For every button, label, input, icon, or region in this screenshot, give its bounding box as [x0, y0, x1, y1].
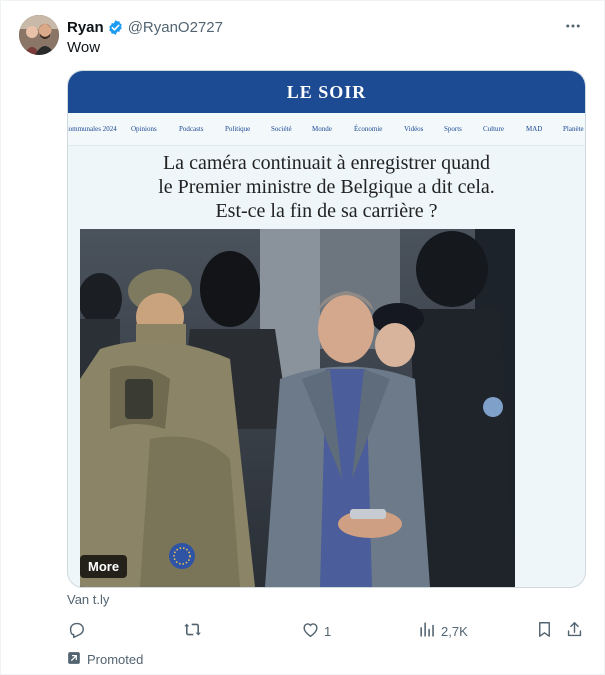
tweet-header: Ryan @RyanO2727 — [67, 16, 223, 38]
nav-item: Économie — [354, 125, 383, 133]
action-bar: 1 2,7K — [61, 616, 589, 646]
avatar[interactable] — [19, 15, 59, 55]
nav-item: Culture — [483, 125, 504, 133]
reply-icon — [67, 620, 86, 642]
share-button[interactable] — [565, 616, 584, 646]
promoted-arrow-icon — [67, 651, 87, 668]
headline-line: Est-ce la fin de sa carrière ? — [215, 200, 438, 222]
nav-item: Opinions — [131, 125, 157, 133]
retweet-button[interactable] — [183, 616, 206, 646]
retweet-icon — [183, 620, 202, 642]
headline-line: le Premier ministre de Belgique a dit ce… — [158, 176, 495, 198]
nav-item: Communales 2024 — [68, 125, 117, 133]
reply-button[interactable] — [67, 616, 90, 646]
publication-masthead: LE SOIR — [68, 71, 585, 113]
bookmark-button[interactable] — [535, 616, 554, 646]
verified-badge-icon — [107, 19, 124, 36]
nav-item: Sports — [444, 125, 462, 133]
views-count: 2,7K — [441, 623, 468, 639]
more-button[interactable]: More — [80, 555, 128, 578]
article-photo — [80, 229, 515, 587]
nav-item: Monde — [312, 125, 332, 133]
headline-line: La caméra continuait à enregistrer quand — [162, 152, 491, 174]
nav-item: Vidéos — [404, 125, 424, 133]
author-name[interactable]: Ryan — [67, 19, 104, 36]
promoted-text: Promoted — [87, 652, 144, 667]
more-dots-icon[interactable] — [562, 15, 584, 37]
nav-item: Planète — [563, 125, 584, 133]
heart-icon — [301, 620, 320, 642]
nav-item: Podcasts — [179, 125, 204, 133]
nav-item: Société — [271, 125, 292, 133]
share-icon — [565, 620, 584, 642]
like-count: 1 — [324, 623, 332, 639]
link-source[interactable]: Van t.ly — [67, 592, 109, 607]
views-button[interactable]: 2,7K — [418, 616, 468, 646]
promoted-label: Promoted — [67, 651, 143, 668]
nav-item: MAD — [526, 125, 543, 133]
views-chart-icon — [418, 620, 437, 642]
bookmark-icon — [535, 620, 554, 642]
author-handle[interactable]: @RyanO2727 — [128, 19, 223, 36]
tweet-text: Wow — [67, 39, 101, 56]
tweet-card[interactable]: Ryan @RyanO2727 Wow LE SOIR Communales 2… — [0, 0, 605, 675]
nav-item: Politique — [225, 125, 251, 133]
article-card[interactable]: LE SOIR Communales 2024 Opinions Podcast… — [67, 70, 586, 588]
publication-nav: Communales 2024 Opinions Podcasts Politi… — [68, 113, 585, 146]
like-button[interactable]: 1 — [301, 616, 331, 646]
publication-name: LE SOIR — [286, 81, 367, 102]
article-headline: La caméra continuait à enregistrer quand… — [68, 151, 585, 223]
